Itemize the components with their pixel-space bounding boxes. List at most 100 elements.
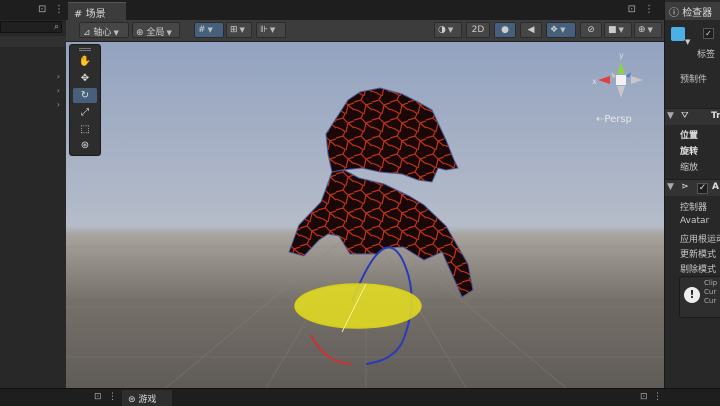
apply-root-motion-label: 应用根运动 — [680, 235, 720, 245]
x-axis-cone[interactable] — [598, 76, 610, 84]
grid-snap-button[interactable]: # ▼ — [194, 22, 224, 38]
hand-tool[interactable]: ✋ — [73, 54, 97, 69]
menu-icon[interactable]: ⋮ — [108, 392, 117, 402]
active-checkbox[interactable]: ✓ — [703, 28, 714, 39]
y-rotation-disc[interactable] — [294, 283, 422, 329]
lock-icon[interactable]: ⊡ — [94, 392, 102, 402]
lock-icon[interactable]: ⊡ — [628, 4, 636, 15]
lock-icon[interactable]: ⊡ — [38, 4, 46, 15]
gizmos-dropdown[interactable]: ⊕ ▼ — [634, 22, 662, 38]
y-axis-label: y — [619, 51, 624, 60]
tab-scene[interactable]: # 场景 — [68, 2, 126, 20]
gizmo-icon: ⊕ — [638, 25, 646, 35]
animator-header[interactable]: ▼ ⋗ ✓ A — [665, 179, 720, 196]
controller-label: 控制器 — [680, 203, 708, 213]
ruler-icon: ⊪ — [260, 25, 268, 35]
orientation-gizmo[interactable]: y x — [592, 51, 643, 98]
global-label: 全局 — [146, 28, 165, 38]
transform-header[interactable]: ▼ ⛛ Tr — [665, 108, 720, 125]
audio-toggle[interactable]: ◀ — [520, 22, 542, 38]
animator-icon: ⋗ — [681, 182, 689, 192]
move-icon: ✥ — [80, 73, 90, 84]
scale-tool[interactable]: ⤢ — [73, 105, 97, 120]
neg-y-axis-cone[interactable] — [617, 86, 625, 98]
lock-icon[interactable]: ⊡ — [640, 392, 648, 402]
rotation-label: 旋转 — [680, 147, 699, 157]
chevron-down-icon: ▼ — [667, 182, 674, 192]
light-bulb-icon: ● — [501, 25, 509, 35]
help-box: ! Clip Cur Cur — [679, 276, 720, 318]
grid-icon: # — [74, 9, 83, 20]
info-icon: ⓘ — [669, 8, 679, 19]
shading-icon: ◑ — [438, 25, 446, 35]
chevron-down-icon[interactable]: ▼ — [685, 38, 690, 46]
pivot-label: 轴心 — [93, 28, 112, 38]
hierarchy-selected-row[interactable] — [0, 36, 66, 47]
scale-icon: ⤢ — [81, 107, 89, 118]
transform-tool[interactable]: ⊛ — [73, 138, 97, 153]
camera-icon: ■ — [608, 25, 617, 35]
center-cube[interactable] — [616, 75, 626, 85]
ruler-button[interactable]: ⊪ ▼ — [256, 22, 286, 38]
chevron-down-icon: ▼ — [166, 29, 172, 37]
pivot-icon: ⊿ — [83, 28, 91, 38]
draw-mode-dropdown[interactable]: ◑ ▼ — [434, 22, 462, 38]
lava-body-surface[interactable] — [288, 169, 474, 298]
effects-dropdown[interactable]: ❖ ▼ — [546, 22, 576, 38]
camera-dropdown[interactable]: ■ ▼ — [604, 22, 632, 38]
menu-icon[interactable]: ⋮ — [644, 4, 654, 15]
info-icon: ! — [684, 287, 700, 303]
hand-icon: ✋ — [78, 56, 92, 67]
snap-increment-button[interactable]: ⊞ ▼ — [226, 22, 252, 38]
culling-mode-label: 剔除模式 — [680, 265, 717, 275]
hierarchy-panel: ⊡ ⋮ ⌕ › › › — [0, 0, 66, 388]
speaker-icon: ◀ — [527, 25, 535, 35]
pivot-dropdown[interactable]: ⊿ 轴心 ▼ — [79, 22, 129, 38]
avatar-label: Avatar — [680, 216, 710, 226]
chevron-right-icon[interactable]: › — [57, 100, 60, 109]
2d-toggle[interactable]: 2D — [466, 22, 490, 38]
inspector-panel: ⓘ 检查器 ▼ ✓ 标签 预制件 ▼ ⛛ Tr 位置 旋转 缩放 ▼ ⋗ ✓ A… — [664, 0, 720, 388]
x-axis-label: x — [592, 77, 597, 86]
hidden-objects-toggle[interactable]: ⊘ — [580, 22, 602, 38]
persp-label[interactable]: ⇠Persp — [596, 114, 632, 125]
update-mode-label: 更新模式 — [680, 250, 717, 260]
chevron-right-icon[interactable]: › — [57, 72, 60, 81]
hierarchy-search-input[interactable]: ⌕ — [0, 21, 62, 33]
rotate-tool[interactable]: ↻ — [73, 88, 97, 103]
lava-head-surface[interactable] — [325, 87, 459, 183]
chevron-right-icon[interactable]: › — [57, 86, 60, 95]
chevron-down-icon: ▼ — [667, 111, 674, 121]
menu-icon[interactable]: ⋮ — [54, 4, 64, 15]
eye-slash-icon: ⊘ — [587, 25, 595, 35]
move-tool[interactable]: ✥ — [73, 71, 97, 86]
x-rotation-ring[interactable] — [310, 334, 352, 365]
tool-palette: ✋ ✥ ↻ ⤢ ⬚ ⊛ — [69, 44, 101, 156]
menu-icon[interactable]: ⋮ — [653, 392, 662, 402]
chevron-down-icon: ▼ — [207, 26, 213, 34]
chevron-down-icon: ▼ — [618, 26, 624, 34]
effects-icon: ❖ — [550, 25, 559, 35]
y-axis-cone[interactable] — [617, 62, 625, 74]
chevron-down-icon: ▼ — [647, 26, 653, 34]
chevron-down-icon: ▼ — [113, 29, 119, 37]
help-line: Clip — [704, 279, 718, 287]
transform-icon: ⊛ — [80, 140, 90, 151]
scene-canvas[interactable]: y x — [66, 42, 664, 388]
help-line: Cur — [704, 297, 717, 305]
chevron-down-icon: ▼ — [560, 26, 566, 34]
rect-tool[interactable]: ⬚ — [73, 122, 97, 137]
scene-viewport[interactable]: y x ✋ ✥ ↻ ⤢ ⬚ ⊛ ⇠Persp — [66, 42, 664, 388]
help-line: Cur — [704, 288, 717, 296]
animator-enabled-checkbox[interactable]: ✓ — [697, 183, 708, 194]
tab-inspector[interactable]: ⓘ 检查器 — [665, 2, 720, 20]
neg-x-axis-cone[interactable] — [631, 76, 643, 84]
tab-scene-label: 场景 — [85, 9, 106, 20]
globe-icon: ⊕ — [136, 28, 144, 38]
tab-game[interactable]: ⊜ 游戏 — [122, 390, 172, 406]
grid-snap-icon: # — [198, 25, 206, 35]
global-dropdown[interactable]: ⊕ 全局 ▼ — [132, 22, 180, 38]
rotate-icon: ↻ — [80, 90, 90, 101]
lighting-toggle[interactable]: ● — [494, 22, 516, 38]
tab-game-label: 游戏 — [138, 395, 157, 405]
